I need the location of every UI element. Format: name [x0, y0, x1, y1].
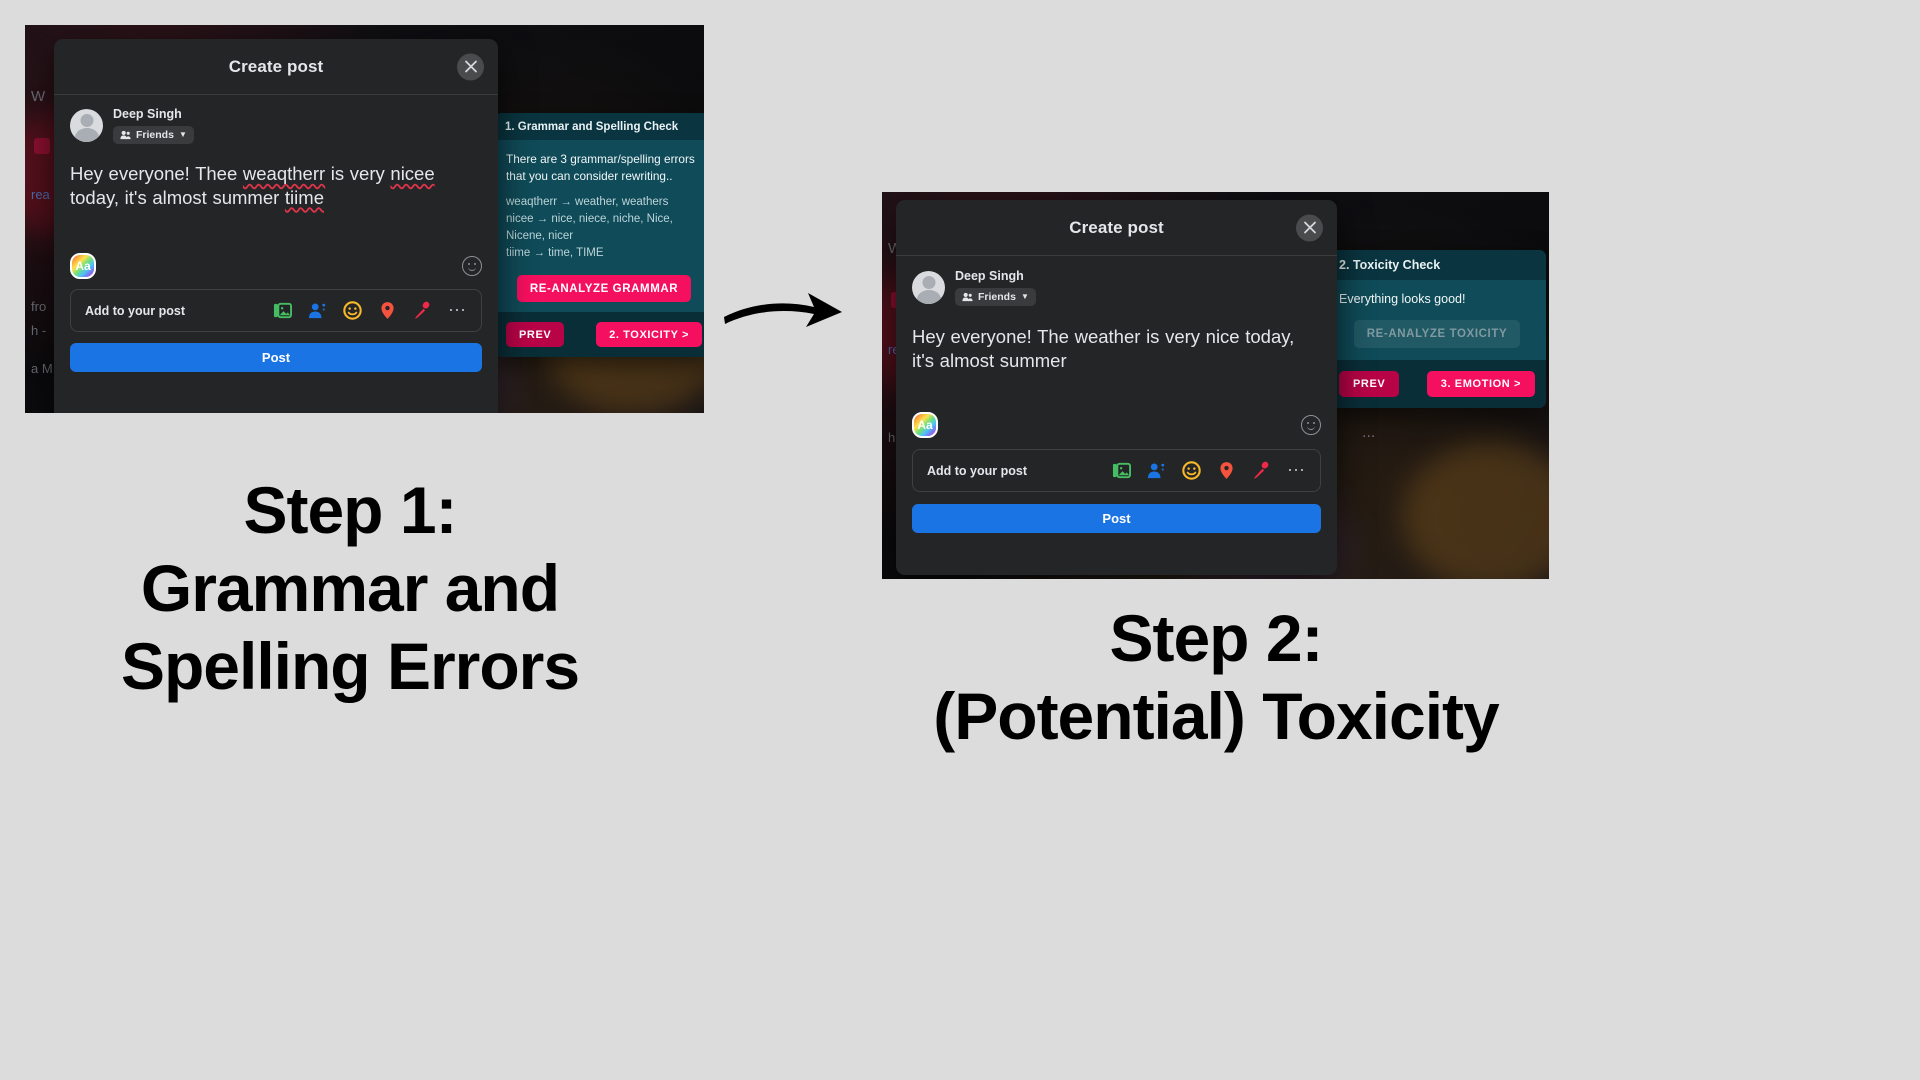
background-text: h - [31, 323, 47, 338]
create-post-dialog: Create post Deep Singh Friends ▼ Hey eve… [54, 39, 498, 413]
author-name: Deep Singh [955, 269, 1024, 283]
dialog-header: Create post [896, 200, 1337, 256]
close-icon[interactable] [1296, 214, 1323, 241]
author-name: Deep Singh [113, 107, 182, 121]
tag-people-icon[interactable] [1147, 461, 1166, 480]
next-step-button[interactable]: 3. EMOTION > [1426, 370, 1535, 397]
close-icon[interactable] [457, 53, 484, 80]
grammar-suggestion: tiime → time, TIME [506, 247, 604, 260]
post-text-segment: is very [325, 163, 391, 184]
chevron-down-icon: ▼ [1020, 292, 1029, 301]
add-to-post-row[interactable]: Add to your post ⋯ [70, 289, 482, 333]
panel-lead-text: There are 3 grammar/spelling errors that… [506, 152, 695, 184]
panel-lead-text: Everything looks good! [1339, 292, 1466, 306]
background-text: W [31, 88, 46, 105]
panel-header: 1. Grammar and Spelling Check [495, 113, 704, 140]
panel-header: 2. Toxicity Check [1328, 250, 1546, 280]
tag-people-icon[interactable] [308, 301, 327, 320]
post-button[interactable]: Post [70, 343, 482, 373]
add-to-post-label: Add to your post [927, 463, 1027, 478]
create-post-dialog: Create post Deep Singh Friends ▼ Hey eve… [896, 200, 1337, 575]
post-button[interactable]: Post [912, 504, 1321, 534]
text-format-icon[interactable]: Aa [912, 412, 938, 439]
step-2-screenshot: W rea h ... 2. Toxicity Check Everything… [882, 192, 1549, 579]
photo-video-icon[interactable] [273, 301, 292, 320]
poster-canvas: W rea fro h - a M 1. Grammar and Spellin… [0, 0, 1920, 1080]
post-text-segment: Hey everyone! Thee [70, 163, 243, 184]
background-text: a M [31, 361, 53, 376]
background-text: rea [31, 187, 50, 202]
next-step-button[interactable]: 2. TOXICITY > [596, 322, 702, 348]
smiley-face-icon[interactable] [1301, 415, 1321, 436]
check-in-location-icon[interactable] [378, 301, 397, 320]
audience-selector[interactable]: Friends ▼ [955, 288, 1036, 306]
add-to-post-label: Add to your post [85, 303, 185, 318]
audience-selector[interactable]: Friends ▼ [113, 126, 194, 144]
step-1-caption-line-1: Step 1: [243, 473, 457, 547]
friends-icon [120, 130, 131, 140]
smiley-face-icon[interactable] [462, 256, 482, 277]
feeling-activity-icon[interactable] [343, 301, 362, 321]
dialog-title: Create post [228, 56, 324, 76]
audience-label: Friends [978, 291, 1016, 303]
audience-label: Friends [136, 129, 174, 141]
grammar-check-panel: 1. Grammar and Spelling Check There are … [495, 113, 704, 358]
post-text-segment: today, it's almost summer [70, 186, 285, 208]
more-options-icon[interactable]: ⋯ [448, 301, 467, 319]
step-transition-arrow [724, 293, 842, 327]
reanalyze-grammar-button[interactable]: RE-ANALYZE GRAMMAR [516, 275, 692, 303]
check-in-location-icon[interactable] [1217, 461, 1236, 480]
background-text: fro [31, 299, 47, 314]
live-video-icon[interactable] [1252, 461, 1271, 480]
misspelled-word: nicee [390, 163, 435, 184]
background-text: ... [1362, 424, 1376, 441]
avatar [70, 109, 103, 142]
misspelled-word: weaqtherr [242, 163, 326, 184]
avatar [912, 271, 945, 304]
step-2-caption: Step 2: (Potential) Toxicity [880, 600, 1552, 756]
misspelled-word: tiime [284, 186, 324, 208]
step-1-screenshot: W rea fro h - a M 1. Grammar and Spellin… [25, 25, 704, 413]
prev-step-button[interactable]: PREV [506, 322, 565, 348]
live-video-icon[interactable] [413, 301, 432, 320]
step-1-caption: Step 1: Grammar and Spelling Errors [30, 472, 670, 706]
step-2-caption-line-2: (Potential) Toxicity [933, 678, 1500, 753]
step-1-caption-line-3: Spelling Errors [120, 628, 580, 703]
more-options-icon[interactable]: ⋯ [1287, 461, 1306, 479]
post-author-row: Deep Singh Friends ▼ [912, 269, 1321, 306]
toxicity-check-panel: 2. Toxicity Check Everything looks good!… [1328, 250, 1546, 408]
friends-icon [962, 292, 973, 302]
background-badge [34, 138, 50, 154]
background-text: h [888, 430, 896, 445]
photo-video-icon[interactable] [1112, 461, 1131, 480]
grammar-suggestion: nicee → nice, niece, niche, Nice, Nicene… [506, 213, 673, 243]
chevron-down-icon: ▼ [178, 130, 187, 139]
reanalyze-toxicity-button[interactable]: RE-ANALYZE TOXICITY [1353, 319, 1521, 348]
prev-step-button[interactable]: PREV [1339, 370, 1400, 397]
post-author-row: Deep Singh Friends ▼ [70, 107, 482, 144]
post-text-editor[interactable]: Hey everyone! Thee weaqtherr is very nic… [70, 162, 482, 209]
grammar-suggestion: weaqtherr → weather, weathers [506, 196, 669, 209]
text-format-icon[interactable]: Aa [70, 253, 96, 280]
feeling-activity-icon[interactable] [1182, 461, 1201, 481]
step-2-caption-line-1: Step 2: [1109, 601, 1323, 675]
post-text-editor[interactable]: Hey everyone! The weather is very nice t… [912, 325, 1321, 372]
add-to-post-row[interactable]: Add to your post ⋯ [912, 449, 1321, 493]
dialog-title: Create post [1069, 217, 1164, 237]
dialog-header: Create post [54, 39, 498, 95]
step-1-caption-line-2: Grammar and [140, 550, 560, 625]
